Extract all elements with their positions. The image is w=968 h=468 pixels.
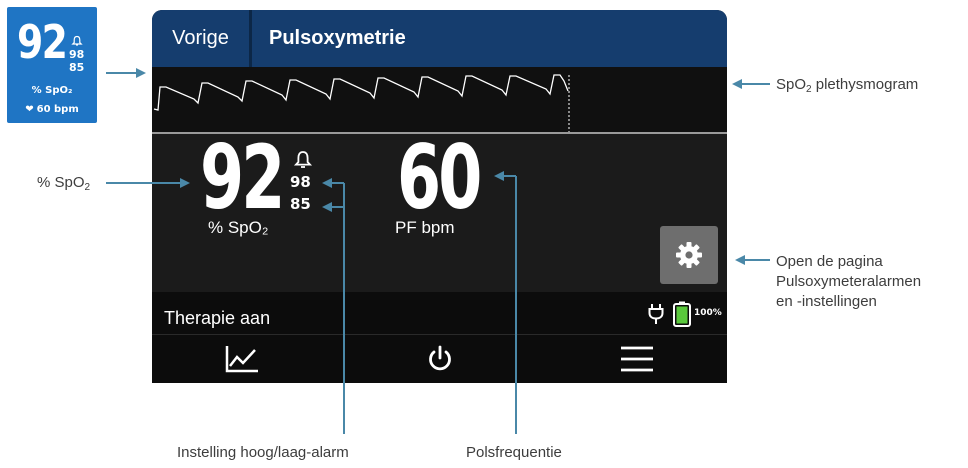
- callout-settings-line1: Open de pagina: [776, 253, 883, 270]
- callout-spo2-sub: 2: [84, 182, 91, 193]
- callout-spo2: % SpO2: [37, 173, 90, 198]
- callout-settings-line2: Pulsoxymeteralarmen: [776, 273, 922, 290]
- callout-settings: Open de pagina Pulsoxymeteralarmen en -i…: [776, 252, 921, 312]
- callout-alarm-setting: Instelling hoog/laag-alarm: [177, 444, 349, 461]
- callout-settings-line3: en -instellingen: [776, 293, 877, 310]
- callout-plethysmogram-b: plethysmogram: [811, 76, 919, 93]
- callout-spo2-a: % SpO: [37, 174, 85, 191]
- callout-plethysmogram: SpO2 plethysmogram: [776, 75, 918, 100]
- callout-plethysmogram-a: SpO: [776, 76, 807, 93]
- callout-pulse-rate: Polsfrequentie: [466, 444, 562, 461]
- callout-arrows: [106, 68, 770, 434]
